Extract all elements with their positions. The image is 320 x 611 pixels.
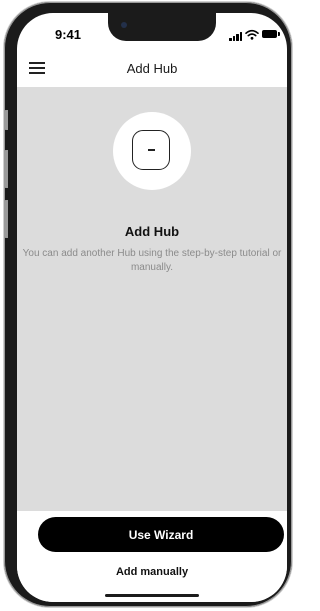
wifi-icon (245, 29, 259, 40)
bottom-actions: Use Wizard Add manually (17, 511, 287, 602)
battery-tip (278, 32, 280, 36)
battery-icon (262, 30, 277, 38)
mute-switch (4, 110, 8, 130)
hub-led-indicator (148, 149, 155, 151)
page-title: Add Hub (126, 61, 178, 76)
home-indicator[interactable] (105, 594, 199, 597)
hub-illustration (113, 112, 191, 190)
phone-frame: 9:41 Add Hub Add Hub You can add another… (4, 2, 292, 607)
add-manually-button[interactable]: Add manually (17, 566, 287, 578)
volume-up-button (4, 150, 8, 188)
app-screen: 9:41 Add Hub Add Hub You can add another… (17, 13, 287, 602)
status-bar: 9:41 (17, 13, 287, 51)
content-description: You can add another Hub using the step-b… (22, 248, 282, 273)
front-camera (121, 22, 127, 28)
main-content: Add Hub You can add another Hub using th… (17, 87, 287, 511)
status-time: 9:41 (55, 27, 82, 42)
use-wizard-button[interactable]: Use Wizard (38, 517, 284, 552)
status-icons (229, 29, 281, 41)
volume-down-button (4, 200, 8, 238)
notch (108, 13, 216, 41)
hub-device-icon (132, 130, 170, 170)
app-header: Add Hub (17, 51, 287, 87)
content-title: Add Hub (124, 224, 180, 239)
